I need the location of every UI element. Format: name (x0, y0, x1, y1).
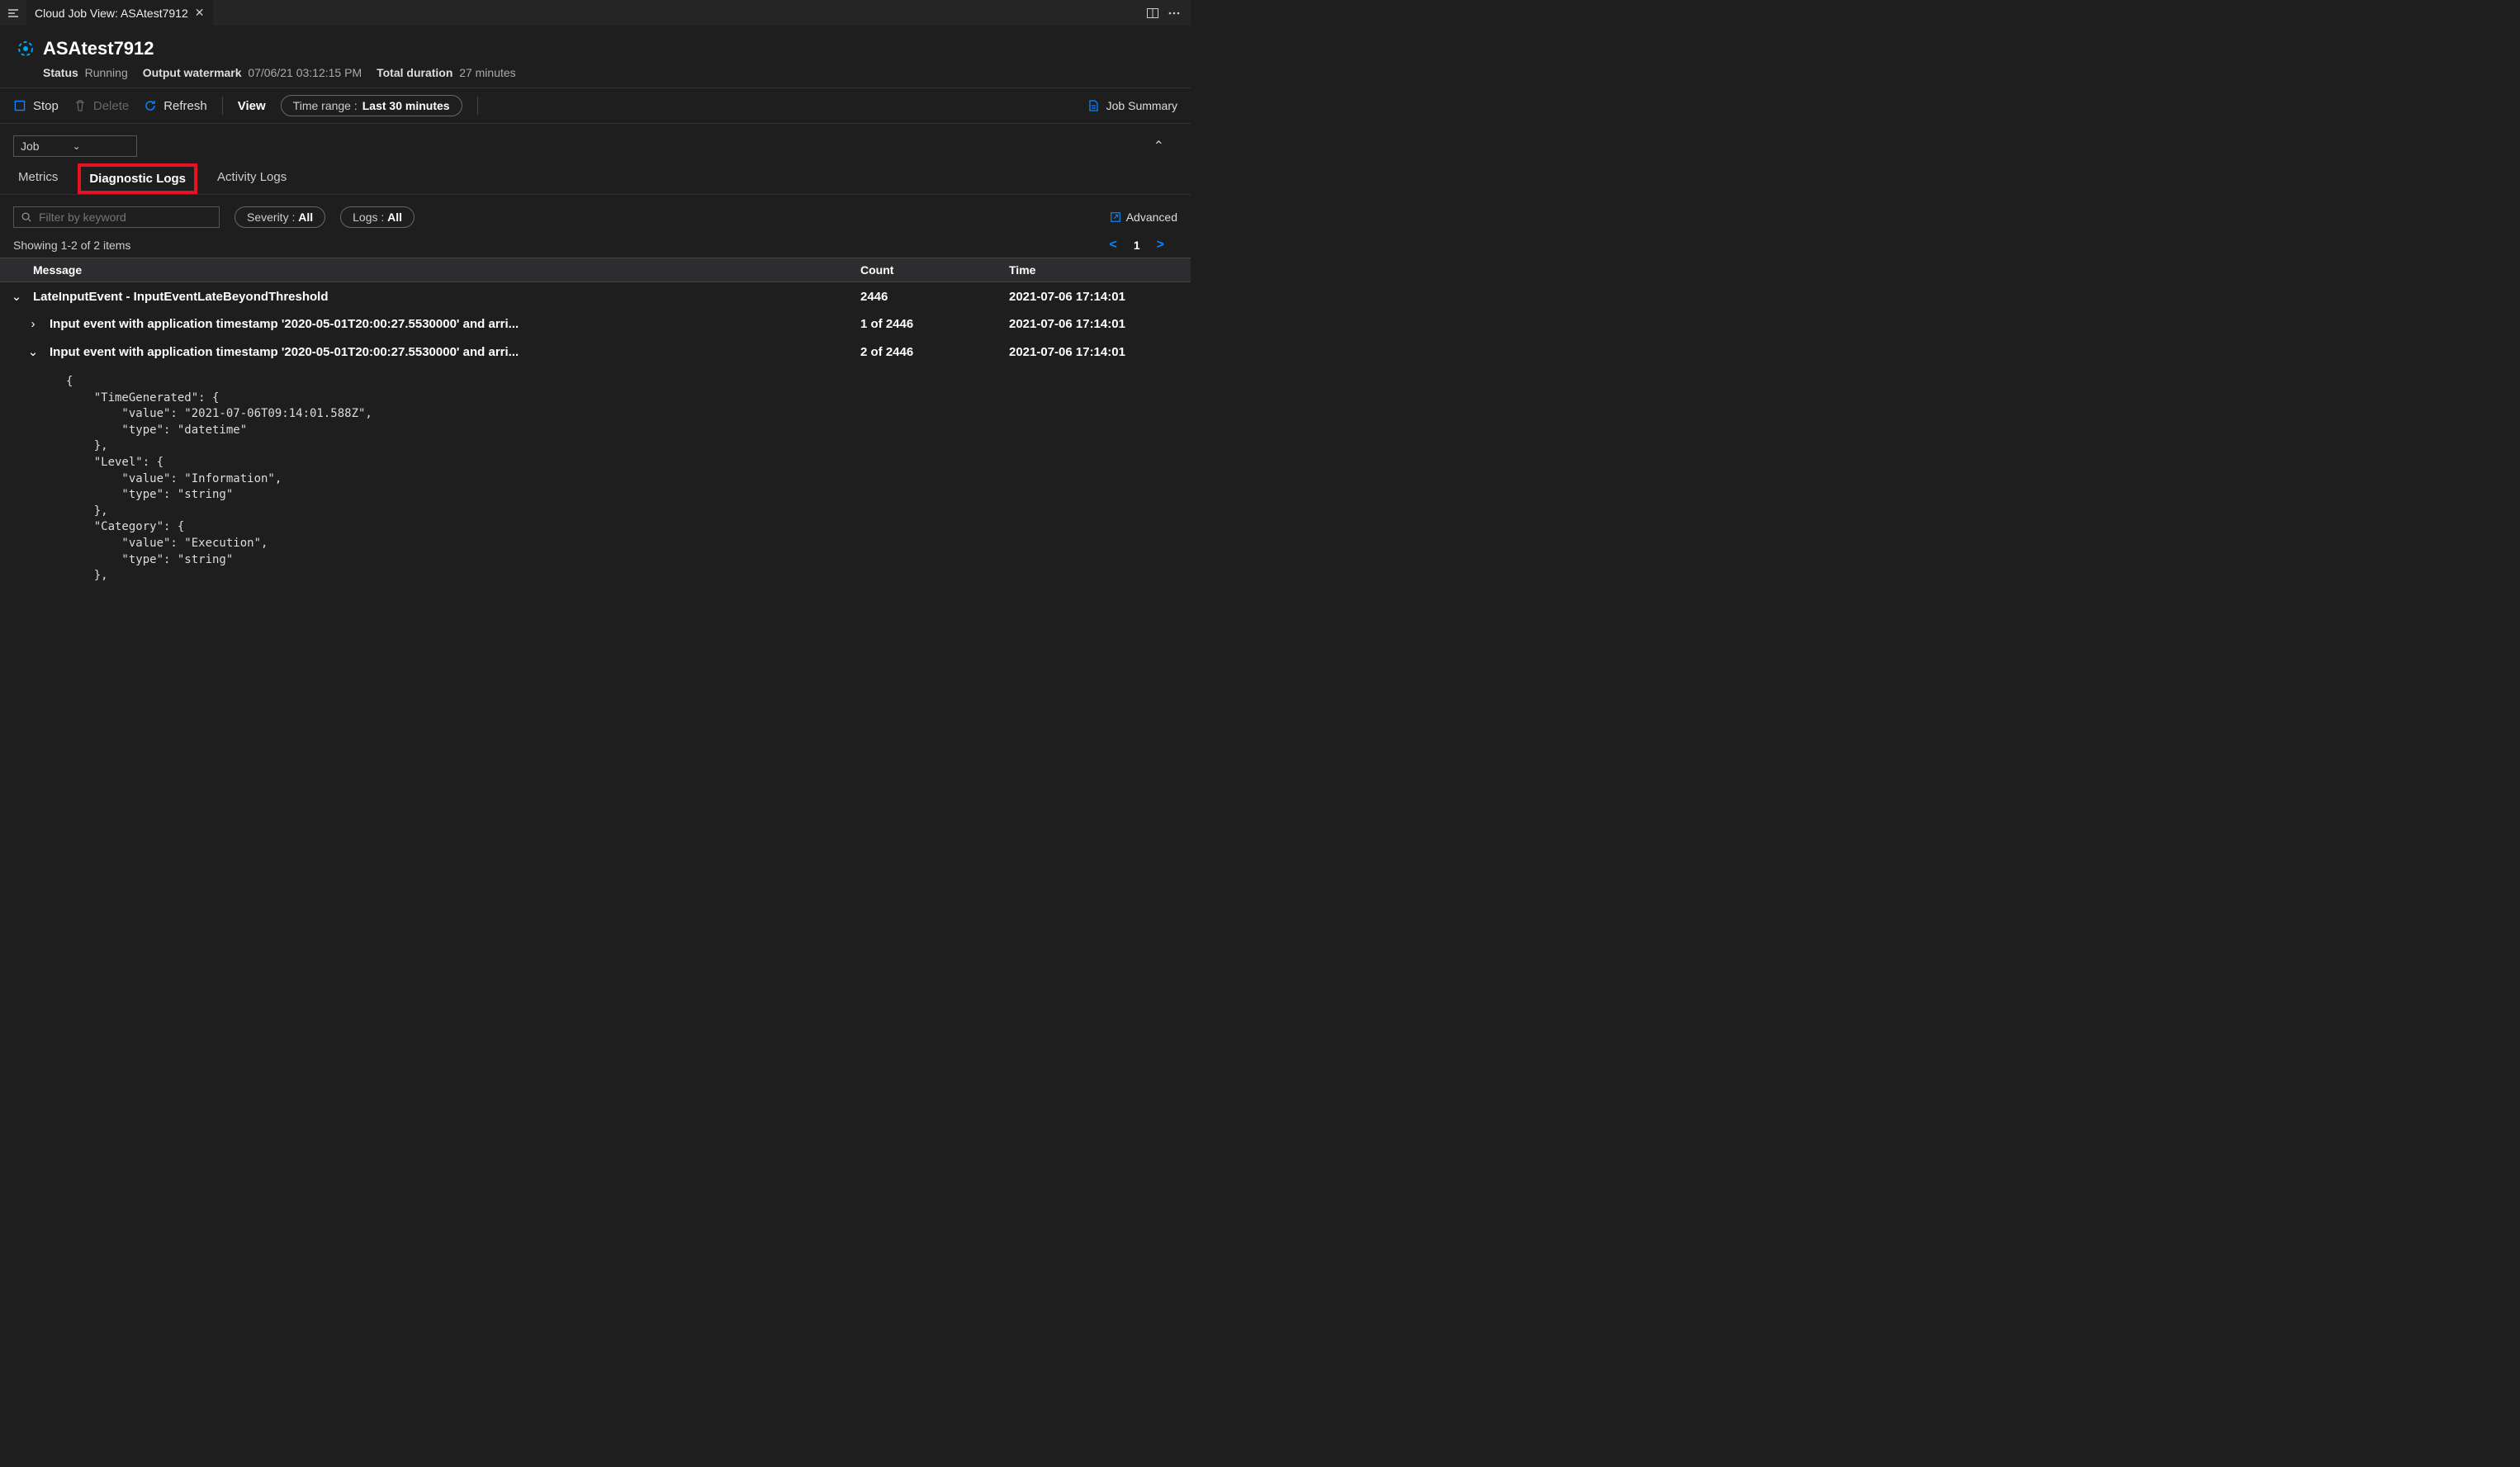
toolbar: Stop Delete Refresh View Time range : La… (0, 88, 1191, 124)
table-row[interactable]: ⌄ Input event with application timestamp… (0, 338, 1191, 366)
stop-icon (13, 99, 26, 112)
pager: < 1 > (1110, 238, 1177, 253)
table-row[interactable]: › Input event with application timestamp… (0, 310, 1191, 338)
logs-filter[interactable]: Logs : All (340, 206, 414, 228)
row-time: 2021-07-06 17:14:01 (1009, 345, 1191, 359)
row-message: Input event with application timestamp '… (50, 345, 860, 359)
results-summary: Showing 1-2 of 2 items (13, 239, 130, 252)
duration-label: Total duration (377, 66, 452, 79)
severity-filter[interactable]: Severity : All (234, 206, 325, 228)
row-message: LateInputEvent - InputEventLateBeyondThr… (33, 290, 860, 304)
watermark-label: Output watermark (143, 66, 242, 79)
time-range-value: Last 30 minutes (362, 99, 450, 112)
log-json-detail: { "TimeGenerated": { "value": "2021-07-0… (0, 366, 1191, 593)
row-count: 1 of 2446 (860, 317, 1009, 331)
tab-title: Cloud Job View: ASAtest7912 (35, 7, 188, 20)
tab-activity-logs[interactable]: Activity Logs (217, 170, 287, 194)
log-tabs: Metrics Diagnostic Logs Activity Logs (0, 157, 1191, 195)
hamburger-icon[interactable] (0, 7, 26, 20)
job-name: ASAtest7912 (43, 38, 154, 59)
tab-diagnostic-logs[interactable]: Diagnostic Logs (78, 163, 197, 194)
table-header: Message Count Time (0, 258, 1191, 282)
external-link-icon (1110, 211, 1121, 223)
split-layout-icon[interactable] (1146, 7, 1159, 20)
editor-tab[interactable]: Cloud Job View: ASAtest7912 ✕ (26, 0, 213, 26)
row-time: 2021-07-06 17:14:01 (1009, 290, 1191, 304)
close-icon[interactable]: ✕ (195, 6, 205, 20)
document-icon (1087, 99, 1100, 112)
chevron-down-icon: ⌄ (73, 140, 81, 152)
toolbar-divider (477, 97, 478, 115)
row-message: Input event with application timestamp '… (50, 317, 860, 331)
scope-dropdown[interactable]: Job ⌄ (13, 135, 137, 157)
toolbar-divider (222, 97, 223, 115)
trash-icon (73, 99, 87, 112)
prev-page-icon[interactable]: < (1110, 238, 1117, 253)
watermark-value: 07/06/21 03:12:15 PM (248, 66, 362, 79)
filter-keyword[interactable] (13, 206, 220, 228)
row-count: 2 of 2446 (860, 345, 1009, 359)
refresh-button[interactable]: Refresh (144, 99, 207, 113)
row-count: 2446 (860, 290, 1009, 304)
stream-analytics-icon (17, 40, 35, 58)
filter-input[interactable] (39, 211, 212, 224)
job-header: ASAtest7912 Status Running Output waterm… (0, 26, 1191, 88)
scope-value: Job (21, 140, 40, 153)
advanced-link[interactable]: Advanced (1110, 211, 1177, 224)
stop-button[interactable]: Stop (13, 99, 59, 113)
time-range-selector[interactable]: Time range : Last 30 minutes (281, 95, 462, 116)
status-value: Running (85, 66, 128, 79)
more-icon[interactable] (1168, 7, 1181, 20)
column-message: Message (0, 263, 860, 277)
current-page: 1 (1134, 239, 1140, 252)
time-range-label: Time range : (293, 99, 358, 112)
duration-value: 27 minutes (459, 66, 515, 79)
next-page-icon[interactable]: > (1157, 238, 1164, 253)
job-summary-button[interactable]: Job Summary (1087, 99, 1177, 112)
chevron-down-icon[interactable]: ⌄ (17, 344, 50, 359)
column-time: Time (1009, 263, 1191, 277)
delete-button: Delete (73, 99, 129, 113)
status-label: Status (43, 66, 78, 79)
chevron-down-icon[interactable]: ⌄ (0, 289, 33, 304)
column-count: Count (860, 263, 1009, 277)
table-row[interactable]: ⌄ LateInputEvent - InputEventLateBeyondT… (0, 282, 1191, 310)
search-icon (21, 211, 32, 223)
row-time: 2021-07-06 17:14:01 (1009, 317, 1191, 331)
chevron-right-icon[interactable]: › (17, 317, 50, 331)
refresh-icon (144, 99, 157, 112)
filter-bar: Severity : All Logs : All Advanced (0, 195, 1191, 234)
editor-tab-bar: Cloud Job View: ASAtest7912 ✕ (0, 0, 1191, 26)
tab-metrics[interactable]: Metrics (18, 170, 58, 194)
collapse-section-icon[interactable]: ⌃ (1153, 138, 1177, 154)
view-button[interactable]: View (238, 99, 266, 113)
